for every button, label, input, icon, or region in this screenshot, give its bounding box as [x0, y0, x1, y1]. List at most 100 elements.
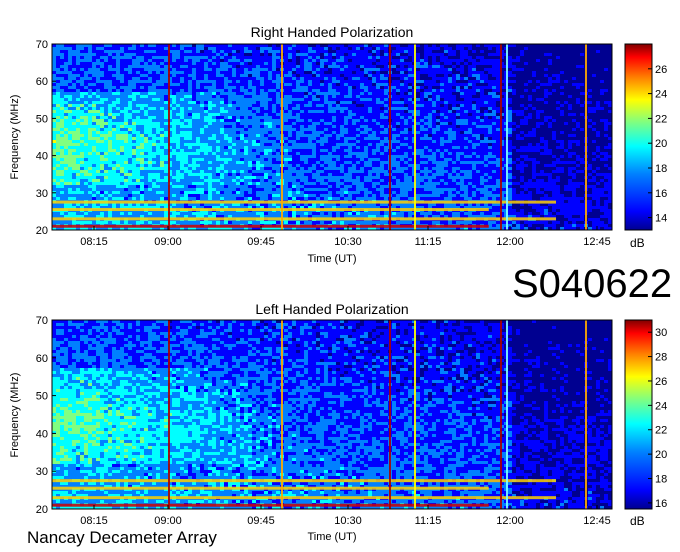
spectrogram-cell	[368, 77, 372, 80]
spectrogram-cell	[136, 98, 140, 101]
spectrogram-cell	[104, 65, 108, 68]
spectrogram-cell	[232, 68, 236, 71]
spectrogram-cell	[180, 47, 184, 50]
spectrogram-cell	[260, 95, 264, 98]
spectrogram-cell	[248, 56, 252, 59]
spectrogram-cell	[516, 98, 520, 101]
spectrogram-cell	[588, 89, 592, 92]
spectrogram-cell	[336, 95, 340, 98]
spectrogram-cell	[496, 74, 500, 77]
spectrogram-cell	[264, 92, 268, 95]
spectrogram-cell	[552, 89, 556, 92]
spectrogram-cell	[292, 92, 296, 95]
spectrogram-cell	[404, 77, 408, 80]
spectrogram-cell	[404, 50, 408, 53]
spectrogram-cell	[516, 83, 520, 86]
spectrogram-cell	[128, 77, 132, 80]
spectrogram-cell	[152, 89, 156, 92]
spectrogram-cell	[540, 59, 544, 62]
spectrogram-cell	[576, 59, 580, 62]
spectrogram-cell	[536, 86, 540, 89]
spectrogram-cell	[488, 74, 492, 77]
spectrogram-cell	[164, 62, 168, 65]
spectrogram-cell	[96, 77, 100, 80]
spectrogram-cell	[172, 62, 176, 65]
spectrogram-cell	[360, 89, 364, 92]
spectrogram-cell	[124, 101, 128, 104]
spectrogram-cell	[116, 47, 120, 50]
spectrogram-cell	[100, 104, 104, 107]
spectrogram-cell	[524, 83, 528, 86]
spectrogram-cell	[224, 68, 228, 71]
spectrogram-cell	[524, 53, 528, 56]
spectrogram-cell	[104, 74, 108, 77]
spectrogram-cell	[200, 89, 204, 92]
spectrogram-cell	[368, 92, 372, 95]
spectrogram-cell	[248, 95, 252, 98]
spectrogram-cell	[76, 47, 80, 50]
spectrogram-cell	[568, 92, 572, 95]
spectrogram-cell	[264, 53, 268, 56]
spectrogram-cell	[96, 86, 100, 89]
spectrogram-cell	[468, 77, 472, 80]
spectrogram-cell	[432, 47, 436, 50]
spectrogram-cell	[400, 53, 404, 56]
spectrogram-cell	[88, 104, 92, 107]
spectrogram-cell	[120, 50, 124, 53]
spectrogram-cell	[260, 53, 264, 56]
spectrogram-cell	[128, 62, 132, 65]
spectrogram-cell	[548, 101, 552, 104]
spectrogram-cell	[608, 62, 612, 65]
spectrogram-cell	[260, 86, 264, 89]
spectrogram-cell	[372, 77, 376, 80]
spectrogram-cell	[416, 89, 420, 92]
spectrogram-cell	[408, 62, 412, 65]
spectrogram-cell	[76, 92, 80, 95]
spectrogram-cell	[252, 83, 256, 86]
spectrogram-cell	[188, 59, 192, 62]
spectrogram-cell	[160, 89, 164, 92]
spectrogram-cell	[344, 71, 348, 74]
spectrogram-cell	[164, 86, 168, 89]
spectrogram-cell	[268, 53, 272, 56]
spectrogram-cell	[300, 59, 304, 62]
spectrogram-cell	[332, 65, 336, 68]
spectrogram-cell	[332, 92, 336, 95]
spectrogram-cell	[328, 50, 332, 53]
spectrogram-cell	[348, 71, 352, 74]
spectrogram-cell	[572, 74, 576, 77]
spectrogram-cell	[264, 77, 268, 80]
spectrogram-cell	[520, 59, 524, 62]
spectrogram-cell	[296, 98, 300, 101]
spectrogram-cell	[288, 56, 292, 59]
spectrogram-cell	[416, 59, 420, 62]
spectrogram-cell	[384, 86, 388, 89]
spectrogram-cell	[364, 89, 368, 92]
spectrogram-cell	[464, 47, 468, 50]
spectrogram-cell	[392, 95, 396, 98]
spectrogram-cell	[384, 65, 388, 68]
spectrogram-cell	[376, 47, 380, 50]
spectrogram-cell	[236, 56, 240, 59]
spectrogram-cell	[428, 77, 432, 80]
spectrogram-cell	[232, 86, 236, 89]
spectrogram-cell	[136, 95, 140, 98]
spectrogram-cell	[160, 101, 164, 104]
spectrogram-cell	[556, 89, 560, 92]
spectrogram-cell	[300, 80, 304, 83]
spectrogram-cell	[56, 68, 60, 71]
spectrogram-cell	[328, 101, 332, 104]
spectrogram-cell	[572, 98, 576, 101]
spectrogram-cell	[228, 68, 232, 71]
spectrogram-cell	[596, 86, 600, 89]
spectrogram-cell	[268, 95, 272, 98]
spectrogram-cell	[608, 53, 612, 56]
spectrogram-cell	[208, 47, 212, 50]
spectrogram-cell	[304, 71, 308, 74]
spectrogram-cell	[156, 95, 160, 98]
spectrogram-cell	[524, 86, 528, 89]
spectrogram-cell	[104, 68, 108, 71]
spectrogram-cell	[92, 101, 96, 104]
spectrogram-cell	[116, 101, 120, 104]
spectrogram-cell	[76, 50, 80, 53]
